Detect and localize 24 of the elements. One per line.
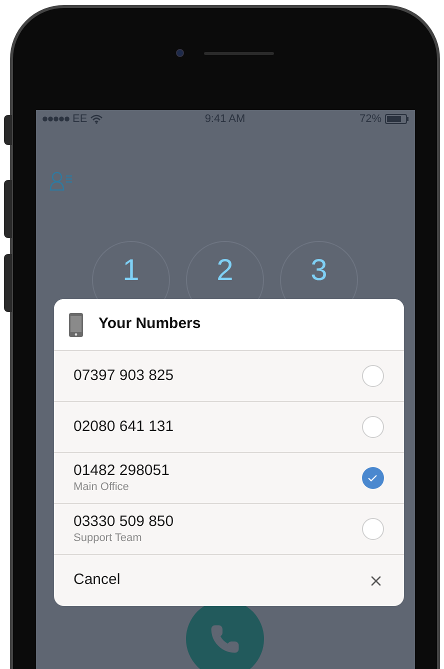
phone-number: 01482 298051 [74, 462, 170, 480]
cancel-option[interactable]: Cancel [54, 555, 404, 606]
radio-button[interactable] [362, 518, 384, 540]
contacts-list-icon [48, 171, 74, 191]
radio-button[interactable] [362, 416, 384, 438]
number-option[interactable]: 02080 641 131 [54, 402, 404, 453]
radio-button[interactable] [362, 467, 384, 489]
signal-icon [42, 116, 70, 122]
number-label: Support Team [74, 531, 143, 545]
radio-button[interactable] [362, 365, 384, 387]
camera-icon [176, 49, 184, 57]
cancel-label: Cancel [74, 570, 120, 590]
phone-number: 02080 641 131 [74, 418, 175, 436]
number-option[interactable]: 03330 509 850 Support Team [54, 504, 404, 555]
battery-icon [384, 114, 408, 124]
phone-number: 03330 509 850 [74, 513, 175, 531]
number-label: Main Office [74, 480, 130, 494]
wifi-icon [90, 114, 104, 124]
check-icon [367, 472, 378, 484]
number-option[interactable]: 01482 298051 Main Office [54, 453, 404, 504]
phone-number: 07397 903 825 [74, 367, 175, 385]
number-option[interactable]: 07397 903 825 [54, 351, 404, 402]
mobile-phone-icon [68, 312, 82, 336]
phone-icon [210, 624, 240, 654]
